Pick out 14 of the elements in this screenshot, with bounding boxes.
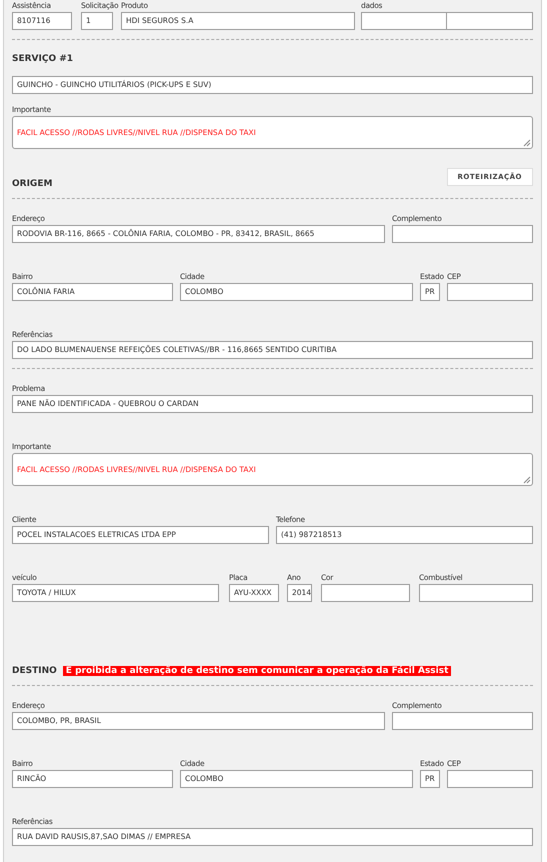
section-title: DESTINO	[12, 666, 57, 676]
section-title: ORIGEM	[12, 179, 52, 189]
input-field[interactable]	[446, 12, 533, 30]
resize-grip-icon	[523, 139, 531, 147]
input-field[interactable]	[392, 225, 533, 243]
input-field[interactable]	[361, 12, 447, 30]
input-field[interactable]	[419, 584, 533, 602]
resize-grip-icon	[523, 476, 531, 484]
input-field[interactable]	[321, 584, 410, 602]
section-title: SERVIÇO #1	[12, 54, 74, 64]
warning-banner: É proibida a alteração de destino sem comunicar a operação da Fácil Assist	[62, 666, 452, 676]
input-field[interactable]	[392, 712, 533, 730]
input-field[interactable]	[447, 770, 533, 788]
input-field[interactable]	[447, 283, 533, 301]
